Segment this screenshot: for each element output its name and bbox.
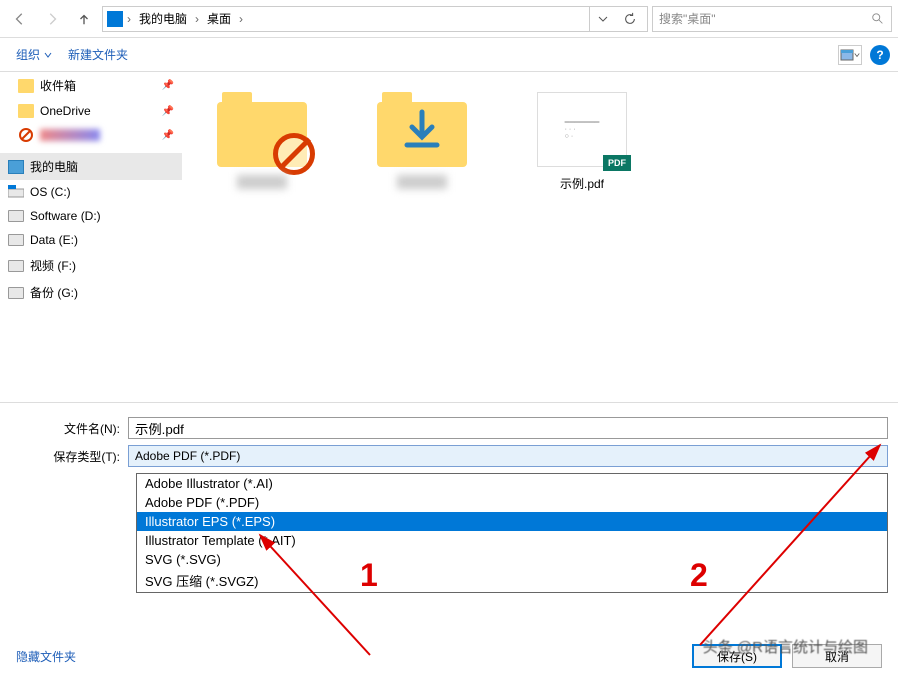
organize-menu[interactable]: 组织 [8, 42, 60, 67]
search-icon [871, 12, 885, 26]
hide-folders-link[interactable]: 隐藏文件夹 [16, 648, 76, 665]
forward-button[interactable] [38, 6, 66, 32]
drive-icon [8, 287, 24, 299]
watermark: 头条 @R语言统计与绘图 [703, 636, 868, 657]
file-item-pdf[interactable]: ═══════· · ·○ · PDF 示例.pdf [522, 92, 642, 192]
drive-icon [8, 260, 24, 272]
sidebar-item-onedrive[interactable]: OneDrive 📌 [0, 99, 182, 123]
main-area: 收件箱 📌 OneDrive 📌 📌 我的电脑 OS (C:) Software… [0, 72, 898, 402]
file-list[interactable]: ═══════· · ·○ · PDF 示例.pdf [182, 72, 898, 402]
view-options-button[interactable] [838, 45, 862, 65]
file-item-folder-restricted[interactable] [202, 92, 322, 189]
dropdown-option[interactable]: Adobe Illustrator (*.AI) [137, 474, 887, 493]
filetype-select[interactable]: Adobe PDF (*.PDF) [128, 445, 888, 467]
sidebar-item-inbox[interactable]: 收件箱 📌 [0, 72, 182, 99]
pin-icon: 📌 [162, 80, 174, 91]
toolbar: 组织 新建文件夹 ? [0, 38, 898, 72]
drive-icon [8, 210, 24, 222]
file-item-folder-downloads[interactable] [362, 92, 482, 189]
pdf-icon: ═══════· · ·○ · PDF [537, 92, 627, 167]
sidebar-drive-g[interactable]: 备份 (G:) [0, 279, 182, 306]
chevron-right-icon: › [239, 12, 243, 26]
back-button[interactable] [6, 6, 34, 32]
filename-label: 文件名(N): [10, 420, 128, 437]
file-label [397, 175, 447, 189]
dropdown-option-selected[interactable]: Illustrator EPS (*.EPS) [137, 512, 887, 531]
search-placeholder: 搜索"桌面" [659, 10, 716, 27]
up-button[interactable] [70, 6, 98, 32]
breadcrumb-item[interactable]: 桌面 [201, 8, 237, 29]
help-button[interactable]: ? [870, 45, 890, 65]
sidebar-item-hidden[interactable]: 📌 [0, 123, 182, 147]
chevron-right-icon: › [127, 12, 131, 26]
navigation-bar: › 我的电脑 › 桌面 › 搜索"桌面" [0, 0, 898, 38]
search-input[interactable]: 搜索"桌面" [652, 6, 892, 32]
folder-icon [18, 104, 34, 118]
sidebar-drive-e[interactable]: Data (E:) [0, 228, 182, 252]
chevron-down-icon [854, 52, 860, 58]
drive-icon [8, 234, 24, 246]
filetype-dropdown: Adobe Illustrator (*.AI) Adobe PDF (*.PD… [136, 473, 888, 593]
drive-icon [8, 185, 24, 199]
breadcrumb-dropdown[interactable] [589, 7, 615, 31]
save-form: 文件名(N): 保存类型(T): Adobe PDF (*.PDF) Adobe… [0, 402, 898, 603]
sidebar: 收件箱 📌 OneDrive 📌 📌 我的电脑 OS (C:) Software… [0, 72, 182, 402]
location-icon [107, 11, 123, 27]
dropdown-option[interactable]: SVG 压缩 (*.SVGZ) [137, 569, 887, 592]
computer-icon [8, 160, 24, 174]
dropdown-option[interactable]: Adobe PDF (*.PDF) [137, 493, 887, 512]
breadcrumb-item[interactable]: 我的电脑 [133, 8, 193, 29]
breadcrumb[interactable]: › 我的电脑 › 桌面 › [102, 6, 648, 32]
sidebar-computer-header[interactable]: 我的电脑 [0, 153, 182, 180]
blocked-icon [18, 128, 34, 142]
file-label [237, 175, 287, 189]
sidebar-drive-f[interactable]: 视频 (F:) [0, 252, 182, 279]
folder-icon [18, 79, 34, 93]
folder-download-icon [377, 92, 467, 167]
filetype-label: 保存类型(T): [10, 448, 128, 465]
pin-icon: 📌 [162, 106, 174, 117]
dropdown-option[interactable]: Illustrator Template (*.AIT) [137, 531, 887, 550]
dropdown-option[interactable]: SVG (*.SVG) [137, 550, 887, 569]
file-label: 示例.pdf [560, 175, 604, 192]
sidebar-drive-d[interactable]: Software (D:) [0, 204, 182, 228]
folder-restricted-icon [217, 92, 307, 167]
pin-icon: 📌 [162, 130, 174, 141]
new-folder-button[interactable]: 新建文件夹 [60, 42, 136, 67]
chevron-down-icon [44, 51, 52, 59]
refresh-button[interactable] [617, 12, 643, 26]
sidebar-drive-c[interactable]: OS (C:) [0, 180, 182, 204]
chevron-right-icon: › [195, 12, 199, 26]
filename-input[interactable] [128, 417, 888, 439]
